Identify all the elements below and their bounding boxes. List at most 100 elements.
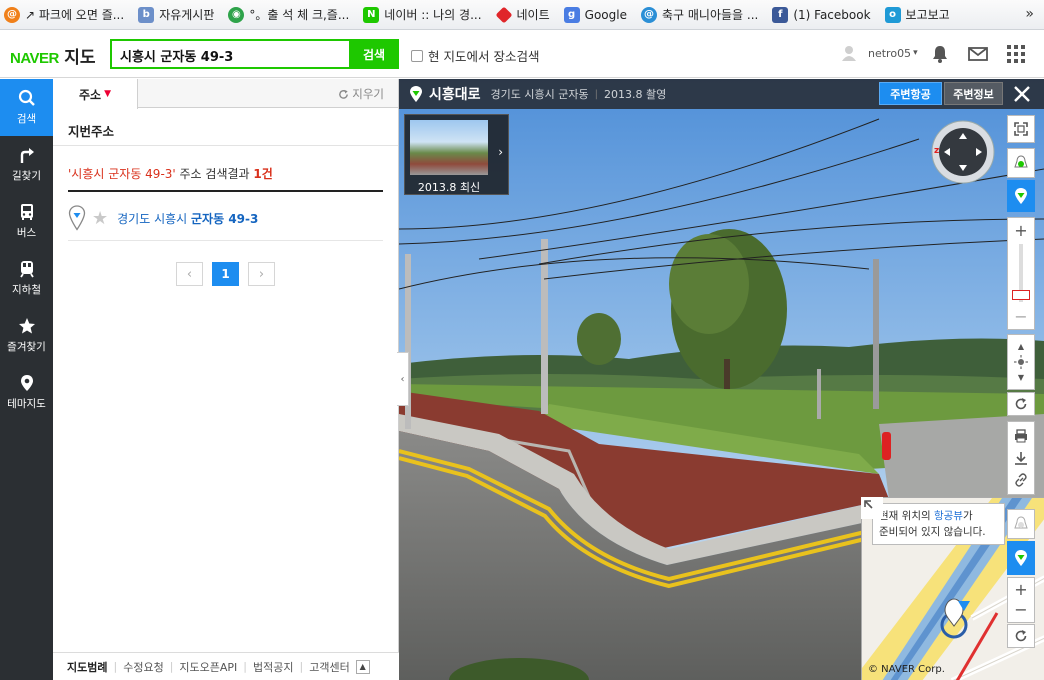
chevron-right-icon[interactable]: › bbox=[498, 145, 503, 159]
mini-zoom-control: + − bbox=[1007, 577, 1035, 623]
bookmark-6[interactable]: g Google bbox=[563, 0, 641, 29]
panel-footer: 지도범례 | 수정요청 | 지도오픈API | 법적공지 | 고객센터 ▲ bbox=[53, 652, 399, 680]
nate-icon bbox=[495, 6, 513, 23]
prev-page-button[interactable]: ‹ bbox=[176, 262, 203, 286]
board-icon: b bbox=[138, 6, 155, 23]
bookmark-1[interactable]: @ ↗ 파크에 오면 즐... bbox=[4, 0, 138, 29]
street-view[interactable]: 시흥대로 경기도 시흥시 군자동 | 2013.8 촬영 주변항공 주변정보 2… bbox=[399, 79, 1044, 680]
rotate-button[interactable] bbox=[1007, 392, 1035, 416]
footer-legal-link[interactable]: 법적공지 bbox=[253, 659, 293, 675]
nav-search[interactable]: 검색 bbox=[0, 79, 53, 136]
local-search-checkbox[interactable] bbox=[411, 49, 423, 62]
list-item[interactable]: ★ 경기도 시흥시 군자동 49-3 bbox=[68, 196, 383, 241]
bookmark-3[interactable]: ◉ °。출 석 체 크,즐... bbox=[228, 0, 363, 29]
next-page-button[interactable]: › bbox=[248, 262, 275, 286]
mini-street-view-toggle[interactable] bbox=[1007, 541, 1035, 575]
result-address[interactable]: 경기도 시흥시 군자동 49-3 bbox=[117, 210, 258, 227]
nav-subway[interactable]: 지하철 bbox=[0, 250, 53, 307]
bell-icon[interactable] bbox=[930, 44, 950, 64]
tab-address[interactable]: 주소 ▼ bbox=[53, 79, 138, 109]
link-icon[interactable] bbox=[1014, 473, 1028, 487]
thumbnail-image bbox=[410, 120, 488, 175]
summary-text: 주소 검색결과 bbox=[175, 167, 254, 181]
aerial-view-icon bbox=[1014, 516, 1028, 529]
zoom-control: + − bbox=[1007, 217, 1035, 330]
nav-bus[interactable]: 버스 bbox=[0, 193, 53, 250]
zoom-out-button[interactable]: − bbox=[1014, 304, 1027, 328]
compass-north-label: z bbox=[934, 146, 939, 156]
search-input[interactable]: 시흥시 군자동 49-3 bbox=[110, 39, 350, 69]
street-view-toggle[interactable] bbox=[1007, 180, 1035, 212]
bookmark-4[interactable]: N 네이버 :: 나의 경... bbox=[363, 0, 495, 29]
footer-legend-link[interactable]: 지도범례 bbox=[67, 659, 107, 675]
bookmark-label: 네이버 :: 나의 경... bbox=[384, 8, 482, 22]
tip-aerial-link[interactable]: 항공뷰 bbox=[934, 510, 963, 522]
search-icon bbox=[18, 89, 35, 106]
page-1-button[interactable]: 1 bbox=[212, 262, 239, 286]
aerial-view-toggle[interactable] bbox=[1007, 148, 1035, 178]
print-icon[interactable] bbox=[1014, 429, 1028, 443]
naver-map-logo[interactable]: NAVER 지도 bbox=[10, 43, 96, 68]
pagination: ‹ 1 › bbox=[176, 262, 275, 286]
bookmarks-more-button[interactable]: » bbox=[1025, 6, 1034, 22]
mini-rotate-button[interactable] bbox=[1007, 624, 1035, 648]
section-title: 지번주소 bbox=[53, 108, 398, 146]
footer-api-link[interactable]: 지도오픈API bbox=[179, 659, 237, 675]
logo-map: 지도 bbox=[64, 48, 96, 67]
clear-button[interactable]: 지우기 bbox=[338, 86, 384, 102]
mini-zoom-out-button[interactable]: − bbox=[1014, 600, 1027, 620]
bookmark-9[interactable]: o 보고보고 bbox=[884, 0, 964, 29]
result-summary: '시흥시 군자동 49-3' 주소 검색결과 1건 bbox=[68, 165, 383, 192]
nav-theme-map[interactable]: 테마지도 bbox=[0, 364, 53, 421]
tip-text-a: 현재 위치의 bbox=[879, 510, 934, 522]
expand-minimap-icon[interactable] bbox=[861, 497, 883, 519]
zoom-in-button[interactable]: + bbox=[1014, 218, 1027, 242]
nav-label: 길찾기 bbox=[12, 170, 41, 182]
zoom-slider-handle[interactable] bbox=[1012, 290, 1030, 300]
past-view-thumbnail[interactable]: 2013.8 최신 › bbox=[404, 114, 509, 195]
footer-support-link[interactable]: 고객센터 bbox=[309, 659, 349, 675]
nav-label: 버스 bbox=[16, 227, 37, 239]
bookmark-7[interactable]: @ 축구 매니아들을 ... bbox=[640, 0, 772, 29]
bookmark-8[interactable]: f (1) Facebook bbox=[772, 0, 884, 29]
search-button[interactable]: 검색 bbox=[349, 39, 399, 69]
clear-label: 지우기 bbox=[352, 87, 384, 101]
naver-n-icon: N bbox=[363, 6, 380, 23]
nearby-aerial-button[interactable]: 주변항공 bbox=[879, 82, 942, 105]
copyright: © NAVER Corp. bbox=[868, 664, 945, 675]
footer-report-link[interactable]: 수정요청 bbox=[123, 659, 163, 675]
fullscreen-button[interactable] bbox=[1007, 115, 1035, 143]
nav-directions[interactable]: 길찾기 bbox=[0, 136, 53, 193]
nav-label: 검색 bbox=[16, 113, 37, 125]
map-pin-icon bbox=[68, 205, 86, 231]
nav-favorites[interactable]: 즐겨찾기 bbox=[0, 307, 53, 364]
divider: | bbox=[594, 88, 598, 100]
close-icon[interactable] bbox=[1010, 82, 1034, 106]
favorite-star-icon[interactable]: ★ bbox=[92, 208, 108, 229]
caret-down-icon: ▼ bbox=[104, 89, 111, 99]
local-search-option[interactable]: 현 지도에서 장소검색 bbox=[411, 46, 539, 65]
apps-grid-icon[interactable] bbox=[1006, 44, 1026, 64]
bookmark-2[interactable]: b 자유게시판 bbox=[138, 0, 228, 29]
nav-label: 즐겨찾기 bbox=[7, 341, 46, 353]
tilt-up-button[interactable]: ▲ bbox=[1018, 342, 1024, 351]
divider: | bbox=[299, 660, 304, 673]
download-icon[interactable] bbox=[1014, 451, 1028, 465]
mini-zoom-in-button[interactable]: + bbox=[1014, 580, 1027, 600]
nav-label: 테마지도 bbox=[7, 398, 46, 410]
scroll-up-button[interactable]: ▲ bbox=[355, 659, 370, 674]
aerial-view-icon bbox=[1014, 155, 1028, 168]
bookmark-label: °。출 석 체 크,즐... bbox=[249, 8, 350, 22]
nearby-info-button[interactable]: 주변정보 bbox=[944, 82, 1003, 105]
compass-pan-control[interactable]: z bbox=[930, 119, 996, 185]
tip-text-line2: 준비되어 있지 않습니다. bbox=[879, 526, 986, 538]
mail-icon[interactable] bbox=[968, 44, 988, 64]
user-menu[interactable]: netro05 ▾ bbox=[842, 45, 918, 61]
mini-aerial-toggle[interactable] bbox=[1007, 509, 1035, 539]
bookmark-5[interactable]: 네이트 bbox=[495, 0, 564, 29]
collapse-panel-button[interactable]: ‹ bbox=[397, 352, 409, 406]
zoom-track[interactable] bbox=[1012, 244, 1030, 302]
tools-control bbox=[1007, 421, 1035, 495]
tilt-down-button[interactable]: ▼ bbox=[1018, 373, 1024, 382]
brightness-icon[interactable] bbox=[1014, 355, 1028, 369]
